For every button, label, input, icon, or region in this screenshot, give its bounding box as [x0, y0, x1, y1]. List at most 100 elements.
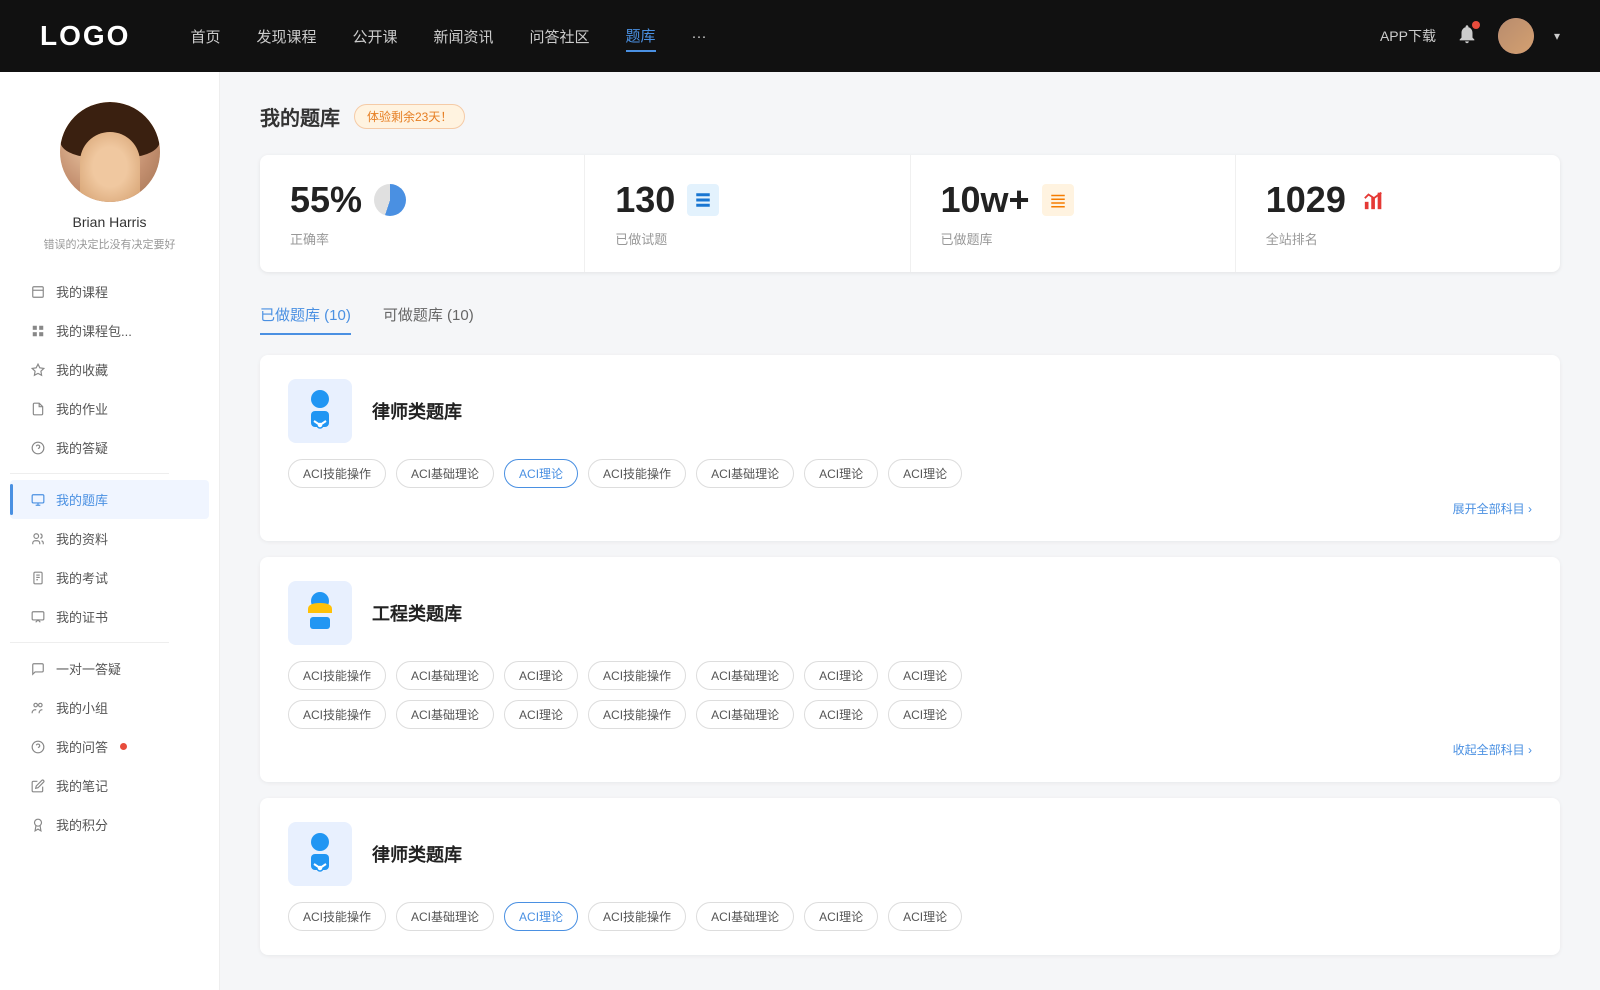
tag-0-2[interactable]: ACI理论	[504, 459, 578, 488]
qbank-card-0-icon	[288, 379, 352, 443]
sidebar-label-cert: 我的证书	[56, 607, 108, 626]
tag-2-3[interactable]: ACI技能操作	[588, 902, 686, 931]
tag-1r2-5[interactable]: ACI理论	[804, 700, 878, 729]
qbank-card-1-icon	[288, 581, 352, 645]
qbank-card-0-tags: ACI技能操作 ACI基础理论 ACI理论 ACI技能操作 ACI基础理论 AC…	[288, 459, 1532, 488]
app-download-button[interactable]: APP下载	[1380, 26, 1436, 46]
tag-2-0[interactable]: ACI技能操作	[288, 902, 386, 931]
tag-1-0[interactable]: ACI技能操作	[288, 661, 386, 690]
course-icon	[30, 284, 46, 300]
qbank-card-1-tags-row2: ACI技能操作 ACI基础理论 ACI理论 ACI技能操作 ACI基础理论 AC…	[288, 700, 1532, 729]
qbank-card-2-tags: ACI技能操作 ACI基础理论 ACI理论 ACI技能操作 ACI基础理论 AC…	[288, 902, 1532, 931]
sidebar-label-qa: 我的问答	[56, 737, 108, 756]
sidebar-item-notes[interactable]: 我的笔记	[10, 766, 209, 805]
sidebar-item-cert[interactable]: 我的证书	[10, 597, 209, 636]
tag-0-4[interactable]: ACI基础理论	[696, 459, 794, 488]
sidebar-label-package: 我的课程包...	[56, 321, 132, 340]
stat-banks-done-top: 10w+	[941, 179, 1205, 221]
tag-2-5[interactable]: ACI理论	[804, 902, 878, 931]
one-on-one-icon	[30, 661, 46, 677]
tag-1r2-2[interactable]: ACI理论	[504, 700, 578, 729]
stat-questions-done-value: 130	[615, 179, 675, 221]
tag-2-4[interactable]: ACI基础理论	[696, 902, 794, 931]
tag-1-4[interactable]: ACI基础理论	[696, 661, 794, 690]
tag-0-0[interactable]: ACI技能操作	[288, 459, 386, 488]
exam-icon	[30, 570, 46, 586]
package-icon	[30, 323, 46, 339]
nav-item-discover[interactable]: 发现课程	[256, 22, 316, 51]
tag-0-1[interactable]: ACI基础理论	[396, 459, 494, 488]
sidebar-label-homework: 我的作业	[56, 399, 108, 418]
stat-accuracy-value: 55%	[290, 179, 362, 221]
tag-2-1[interactable]: ACI基础理论	[396, 902, 494, 931]
page-title: 我的题库	[260, 102, 340, 131]
nav-item-qa[interactable]: 问答社区	[530, 22, 590, 51]
navbar: LOGO 首页 发现课程 公开课 新闻资讯 问答社区 题库 ··· APP下载 …	[0, 0, 1600, 72]
cert-icon	[30, 609, 46, 625]
user-dropdown-arrow[interactable]: ▾	[1554, 29, 1560, 43]
tag-1r2-6[interactable]: ACI理论	[888, 700, 962, 729]
nav-item-more[interactable]: ···	[692, 24, 707, 49]
questions-done-icon	[687, 184, 719, 216]
sidebar-item-points[interactable]: 我的积分	[10, 805, 209, 844]
main-content: 我的题库 体验剩余23天！ 55% 正确率 130	[220, 72, 1600, 990]
nav-item-news[interactable]: 新闻资讯	[434, 22, 494, 51]
qbank-card-0-header: 律师类题库	[288, 379, 1532, 443]
sidebar-label-favorites: 我的收藏	[56, 360, 108, 379]
nav-item-home[interactable]: 首页	[190, 22, 220, 51]
tag-1-3[interactable]: ACI技能操作	[588, 661, 686, 690]
sidebar-label-questions: 我的答疑	[56, 438, 108, 457]
tag-1-2[interactable]: ACI理论	[504, 661, 578, 690]
sidebar-label-course: 我的课程	[56, 282, 108, 301]
nav-item-qbank[interactable]: 题库	[626, 21, 656, 52]
qbank-icon	[30, 492, 46, 508]
nav-item-opencourse[interactable]: 公开课	[352, 22, 397, 51]
sidebar-item-group[interactable]: 我的小组	[10, 688, 209, 727]
banks-done-icon	[1042, 184, 1074, 216]
tab-available[interactable]: 可做题库 (10)	[383, 296, 474, 335]
sidebar-item-1on1[interactable]: 一对一答疑	[10, 649, 209, 688]
collapse-button-1[interactable]: 收起全部科目 ›	[1453, 741, 1532, 758]
qa-icon	[30, 739, 46, 755]
sidebar-item-qbank[interactable]: 我的题库	[10, 480, 209, 519]
sidebar-label-materials: 我的资料	[56, 529, 108, 548]
user-avatar[interactable]	[1498, 18, 1534, 54]
file-icon	[30, 531, 46, 547]
qbank-card-1-footer: 收起全部科目 ›	[288, 741, 1532, 758]
qbank-card-0-footer: 展开全部科目 ›	[288, 500, 1532, 517]
tag-0-6[interactable]: ACI理论	[888, 459, 962, 488]
sidebar-item-qa[interactable]: 我的问答	[10, 727, 209, 766]
tag-1r2-4[interactable]: ACI基础理论	[696, 700, 794, 729]
avatar-image	[60, 102, 160, 202]
sidebar-item-questions[interactable]: 我的答疑	[10, 428, 209, 467]
tag-1-1[interactable]: ACI基础理论	[396, 661, 494, 690]
sidebar-item-favorites[interactable]: 我的收藏	[10, 350, 209, 389]
sidebar-divider-1	[10, 473, 169, 474]
tag-2-2[interactable]: ACI理论	[504, 902, 578, 931]
tag-0-5[interactable]: ACI理论	[804, 459, 878, 488]
tab-done[interactable]: 已做题库 (10)	[260, 296, 351, 335]
stat-rank-top: 1029	[1266, 179, 1530, 221]
stat-accuracy-top: 55%	[290, 179, 554, 221]
logo[interactable]: LOGO	[40, 20, 130, 52]
sidebar-item-package[interactable]: 我的课程包...	[10, 311, 209, 350]
tag-1-5[interactable]: ACI理论	[804, 661, 878, 690]
sidebar-divider-2	[10, 642, 169, 643]
navbar-right: APP下载 ▾	[1380, 18, 1560, 54]
tag-1r2-0[interactable]: ACI技能操作	[288, 700, 386, 729]
tag-1r2-3[interactable]: ACI技能操作	[588, 700, 686, 729]
tabs-bar: 已做题库 (10) 可做题库 (10)	[260, 296, 1560, 335]
tag-0-3[interactable]: ACI技能操作	[588, 459, 686, 488]
accuracy-pie-chart	[374, 184, 406, 216]
tag-2-6[interactable]: ACI理论	[888, 902, 962, 931]
notification-bell[interactable]	[1456, 23, 1478, 50]
expand-button-0[interactable]: 展开全部科目 ›	[1453, 500, 1532, 517]
tag-1r2-1[interactable]: ACI基础理论	[396, 700, 494, 729]
sidebar-item-course[interactable]: 我的课程	[10, 272, 209, 311]
sidebar-item-exam[interactable]: 我的考试	[10, 558, 209, 597]
qbank-card-1-title: 工程类题库	[372, 600, 462, 626]
tag-1-6[interactable]: ACI理论	[888, 661, 962, 690]
sidebar-item-homework[interactable]: 我的作业	[10, 389, 209, 428]
stat-accuracy: 55% 正确率	[260, 155, 585, 272]
sidebar-item-materials[interactable]: 我的资料	[10, 519, 209, 558]
